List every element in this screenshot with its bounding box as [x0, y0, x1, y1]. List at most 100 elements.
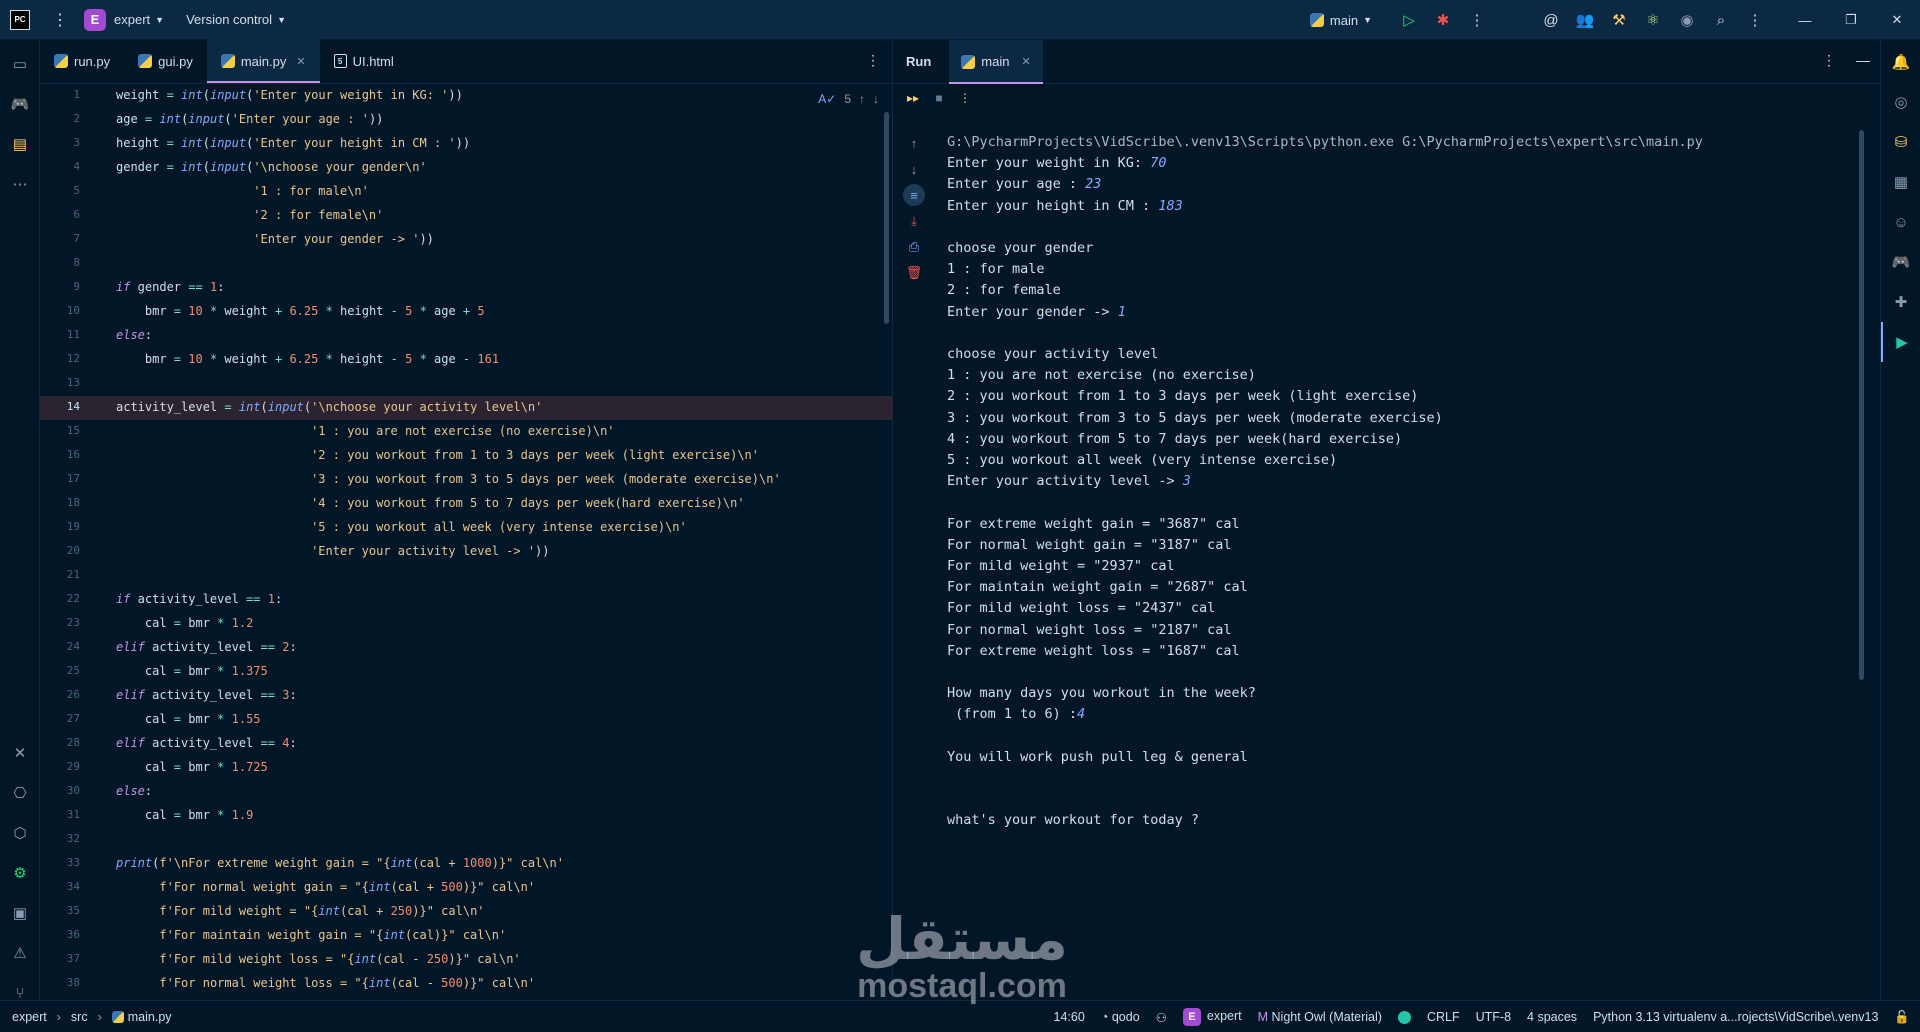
- plugin-icon[interactable]: ⚛: [1636, 0, 1670, 40]
- project-selector[interactable]: expert: [114, 12, 150, 27]
- tab-main-py[interactable]: main.py ✕: [206, 39, 320, 83]
- structure-icon[interactable]: ▤: [0, 124, 40, 164]
- code-line[interactable]: '4 : you workout from 5 to 7 days per we…: [116, 496, 744, 510]
- terminal-icon[interactable]: ▣: [0, 893, 40, 933]
- vcs-menu[interactable]: Version control: [186, 12, 272, 27]
- tools-icon[interactable]: ✕: [0, 733, 40, 773]
- code-line[interactable]: bmr = 10 * weight + 6.25 * height - 5 * …: [116, 352, 499, 366]
- tab-run-py[interactable]: run.py: [40, 39, 124, 83]
- run-icon[interactable]: ▷: [1392, 0, 1426, 40]
- rerun-icon[interactable]: ▸▸: [900, 91, 926, 105]
- tab-gui-py[interactable]: gui.py: [124, 39, 207, 83]
- file-encoding[interactable]: UTF-8: [1476, 1010, 1511, 1024]
- debug-icon[interactable]: ✱: [1426, 0, 1460, 40]
- minimize-icon[interactable]: —: [1782, 0, 1828, 40]
- code-line[interactable]: print(f'\nFor extreme weight gain = "{in…: [116, 856, 564, 870]
- stop-icon[interactable]: ■: [926, 91, 952, 105]
- scroll-up-icon[interactable]: ↑: [894, 130, 934, 156]
- code-line[interactable]: weight = int(input('Enter your weight in…: [116, 88, 463, 102]
- code-line[interactable]: cal = bmr * 1.2: [116, 616, 253, 630]
- code-line[interactable]: cal = bmr * 1.725: [116, 760, 268, 774]
- close-icon[interactable]: ✕: [1874, 0, 1920, 40]
- settings-icon[interactable]: ⋮: [1738, 0, 1772, 40]
- ai-assistant-icon[interactable]: @: [1534, 0, 1568, 40]
- inspection-widget[interactable]: A✓ 5 ↑ ↓: [818, 92, 879, 106]
- code-line[interactable]: '2 : you workout from 1 to 3 days per we…: [116, 448, 759, 462]
- caret-position[interactable]: 14:60: [1054, 1010, 1085, 1024]
- pycharm-logo-icon[interactable]: PC: [10, 9, 30, 30]
- problems-icon[interactable]: ⚠: [0, 933, 40, 973]
- build-tools-icon[interactable]: ⚒: [1602, 0, 1636, 40]
- code-line[interactable]: elif activity_level == 4:: [116, 736, 297, 750]
- hide-panel-icon[interactable]: —: [1856, 52, 1870, 69]
- code-line[interactable]: f'For mild weight loss = "{int(cal - 250…: [116, 952, 520, 966]
- interpreter-selector[interactable]: Python 3.13 virtualenv a...rojects\VidSc…: [1593, 1010, 1878, 1024]
- code-line[interactable]: elif activity_level == 2:: [116, 640, 297, 654]
- chevron-down-icon[interactable]: ▼: [277, 15, 286, 25]
- code-line[interactable]: f'For mild weight = "{int(cal + 250)}" c…: [116, 904, 484, 918]
- more-icon[interactable]: ⋮: [952, 91, 978, 105]
- python-console-icon[interactable]: ⎔: [0, 773, 40, 813]
- scroll-to-end-icon[interactable]: ⤓: [894, 208, 934, 234]
- ai-chat-icon[interactable]: ◎: [1881, 82, 1920, 122]
- breadcrumb-file[interactable]: main.py: [128, 1010, 172, 1024]
- project-view-icon[interactable]: ▭: [0, 44, 40, 84]
- editor-scrollbar[interactable]: [884, 112, 889, 324]
- breadcrumb-project[interactable]: expert: [12, 1010, 47, 1024]
- code-line[interactable]: gender = int(input('\nchoose your gender…: [116, 160, 427, 174]
- code-line[interactable]: elif activity_level == 3:: [116, 688, 297, 702]
- ai-status-icon[interactable]: ⚇: [1156, 1010, 1167, 1025]
- code-line[interactable]: else:: [116, 328, 152, 342]
- previous-highlight-icon[interactable]: ↑: [859, 92, 865, 106]
- code-line[interactable]: if gender == 1:: [116, 280, 224, 294]
- status-dot-icon[interactable]: [1397, 1010, 1411, 1024]
- code-with-me-icon[interactable]: 👥: [1568, 0, 1602, 40]
- gamepad-icon[interactable]: 🎮: [1881, 242, 1920, 282]
- restore-icon[interactable]: ❐: [1828, 0, 1874, 40]
- services-icon[interactable]: ⚙: [0, 853, 40, 893]
- qodo-widget[interactable]: ◔ qodo: [1101, 1010, 1140, 1024]
- code-line[interactable]: 'Enter your gender -> ')): [116, 232, 434, 246]
- indent-setting[interactable]: 4 spaces: [1527, 1010, 1577, 1024]
- packages-icon[interactable]: ⬡: [0, 813, 40, 853]
- notifications-icon[interactable]: 🔔: [1881, 42, 1920, 82]
- more-tools-icon[interactable]: ⋯: [0, 164, 40, 204]
- chevron-down-icon[interactable]: ▼: [155, 15, 164, 25]
- code-line[interactable]: 'Enter your activity level -> ')): [116, 544, 549, 558]
- project-widget[interactable]: Eexpert: [1182, 1008, 1242, 1026]
- plugins-icon[interactable]: ✚: [1881, 282, 1920, 322]
- code-line[interactable]: '2 : for female\n': [116, 208, 383, 222]
- database-icon[interactable]: ⛁: [1881, 122, 1920, 162]
- gamepad-icon[interactable]: 🎮: [0, 84, 40, 124]
- sciview-icon[interactable]: ▦: [1881, 162, 1920, 202]
- console-scrollbar[interactable]: [1859, 130, 1864, 680]
- copilot-icon[interactable]: ☺: [1881, 202, 1920, 242]
- breadcrumb-folder[interactable]: src: [71, 1010, 88, 1024]
- line-separator[interactable]: CRLF: [1427, 1010, 1460, 1024]
- code-line[interactable]: else:: [116, 784, 152, 798]
- code-line[interactable]: f'For normal weight loss = "{int(cal - 5…: [116, 976, 535, 990]
- close-tab-icon[interactable]: ✕: [1021, 55, 1030, 68]
- main-menu-icon[interactable]: ⋮: [52, 10, 68, 30]
- tabs-menu-icon[interactable]: ⋮: [866, 52, 880, 69]
- clear-all-icon[interactable]: 🗑: [894, 260, 934, 286]
- options-icon[interactable]: ⋮: [1822, 52, 1836, 69]
- next-highlight-icon[interactable]: ↓: [873, 92, 879, 106]
- run-tab-main[interactable]: main ✕: [949, 39, 1044, 84]
- code-line[interactable]: age = int(input('Enter your age : ')): [116, 112, 383, 126]
- code-line[interactable]: f'For maintain weight gain = "{int(cal)}…: [116, 928, 506, 942]
- code-line[interactable]: cal = bmr * 1.9: [116, 808, 253, 822]
- code-line[interactable]: '1 : for male\n': [116, 184, 369, 198]
- code-area[interactable]: A✓ 5 ↑ ↓ 1 weight = int(input('Enter your…: [40, 84, 893, 1000]
- record-icon[interactable]: ◉: [1670, 0, 1704, 40]
- theme-widget[interactable]: M Night Owl (Material): [1258, 1010, 1382, 1024]
- run-tool-icon[interactable]: ▶: [1881, 322, 1920, 362]
- more-actions-icon[interactable]: ⋮: [1460, 0, 1494, 40]
- project-badge[interactable]: E: [84, 8, 106, 31]
- code-line[interactable]: bmr = 10 * weight + 6.25 * height - 5 * …: [116, 304, 485, 318]
- code-line[interactable]: cal = bmr * 1.55: [116, 712, 261, 726]
- code-line[interactable]: cal = bmr * 1.375: [116, 664, 268, 678]
- code-line[interactable]: '3 : you workout from 3 to 5 days per we…: [116, 472, 781, 486]
- scroll-down-icon[interactable]: ↓: [894, 156, 934, 182]
- search-icon[interactable]: ⌕: [1704, 0, 1738, 40]
